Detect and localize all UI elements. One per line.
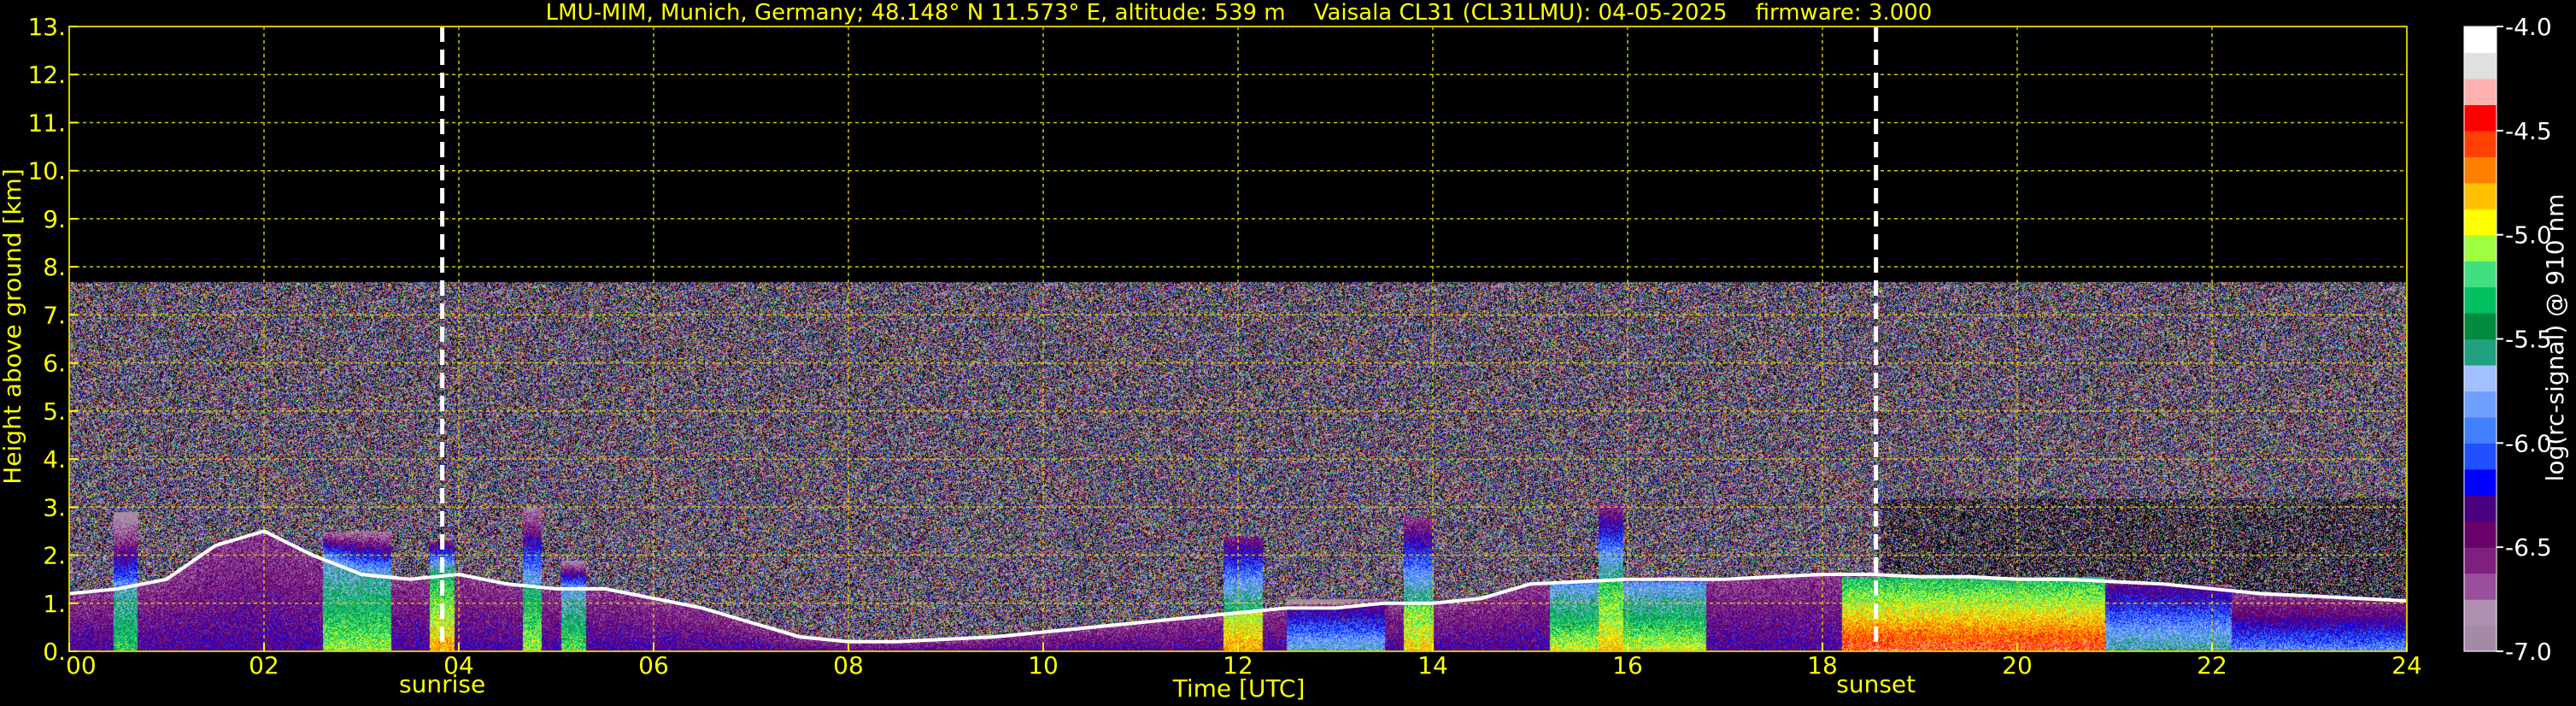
colorbar-segment <box>2464 313 2497 340</box>
y-tick-label: 13. <box>27 13 66 41</box>
y-tick-label: 5. <box>43 397 66 426</box>
y-tick-label: 4. <box>43 445 66 474</box>
x-tick-label: 10 <box>1028 651 1059 680</box>
x-tick-label: 14 <box>1417 651 1448 680</box>
x-tick-label: 22 <box>2197 651 2227 680</box>
x-tick-label: 00 <box>66 651 97 680</box>
y-tick-label: 9. <box>43 205 66 233</box>
colorbar-segment <box>2464 209 2497 236</box>
sunset-label: sunset <box>1836 670 1916 698</box>
colorbar-segment <box>2464 416 2497 444</box>
y-axis-label: Height above ground [km] <box>0 168 26 485</box>
chart-title: LMU-MIM, Munich, Germany; 48.148° N 11.5… <box>546 0 1933 26</box>
colorbar-segment <box>2464 364 2497 392</box>
colorbar-tick-label: -4.0 <box>2505 13 2552 41</box>
x-tick-label: 20 <box>2002 651 2033 680</box>
colorbar-label: log(rc-signal) @ 910 nm <box>2541 194 2569 482</box>
colorbar-segment <box>2464 391 2497 418</box>
colorbar-segment <box>2464 286 2497 314</box>
colorbar-segment <box>2464 234 2497 262</box>
y-tick-label: 0. <box>43 638 66 666</box>
x-tick-label: 24 <box>2391 651 2422 680</box>
colorbar-segment <box>2464 625 2497 652</box>
x-tick-label: 02 <box>249 651 279 680</box>
colorbar-segment <box>2464 78 2497 105</box>
colorbar-segment <box>2464 443 2497 470</box>
x-axis-label: Time [UTC] <box>1172 674 1306 703</box>
colorbar-segment <box>2464 573 2497 600</box>
colorbar-segment <box>2464 468 2497 496</box>
y-tick-label: 12. <box>27 61 66 89</box>
ceilometer-chart: sunrise sunset 00 02 04 06 08 10 12 14 16 18 20 22 24… <box>0 0 2576 706</box>
colorbar-segment <box>2464 130 2497 157</box>
colorbar-segment <box>2464 182 2497 209</box>
colorbar-segment <box>2464 104 2497 132</box>
colorbar-segment <box>2464 156 2497 184</box>
x-tick-label: 18 <box>1807 651 1838 680</box>
colorbar-segment <box>2464 261 2497 288</box>
colorbar-segment <box>2464 26 2497 54</box>
x-tick-label: 16 <box>1612 651 1643 680</box>
colorbar-tick-label: -7.0 <box>2505 638 2552 666</box>
colorbar-segment <box>2464 547 2497 574</box>
y-tick-label: 3. <box>43 493 66 521</box>
colorbar-segment <box>2464 338 2497 366</box>
x-tick-label: 08 <box>833 651 864 680</box>
y-tick-label: 1. <box>43 590 66 618</box>
x-tick-label: 06 <box>638 651 669 680</box>
y-tick-label: 11. <box>27 109 66 137</box>
colorbar-segment <box>2464 495 2497 522</box>
y-tick-label: 8. <box>43 253 66 281</box>
y-tick-label: 2. <box>43 542 66 570</box>
x-tick-label: 04 <box>443 651 474 680</box>
colorbar-segment <box>2464 599 2497 627</box>
colorbar-segment <box>2464 52 2497 79</box>
y-tick-label: 7. <box>43 301 66 329</box>
y-tick-label: 10. <box>27 157 66 185</box>
colorbar-tick-label: -4.5 <box>2505 117 2552 145</box>
colorbar-tick-label: -6.5 <box>2505 533 2552 562</box>
backscatter-heatmap <box>69 26 2407 651</box>
y-tick-label: 6. <box>43 350 66 378</box>
colorbar-segment <box>2464 521 2497 548</box>
